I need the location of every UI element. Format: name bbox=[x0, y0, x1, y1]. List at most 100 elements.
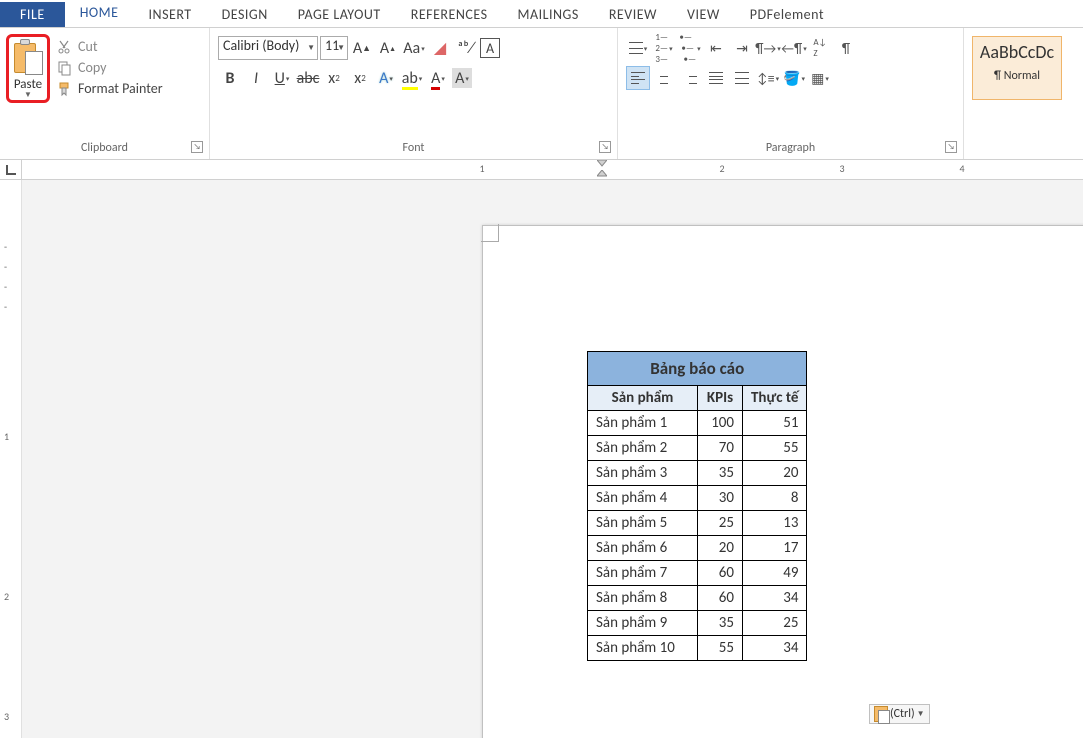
table-row[interactable]: Sản phẩm 93525 bbox=[588, 611, 807, 636]
group-font: Calibri (Body) ▼ 11 ▼ A▲ A▲ Aa ◢ ᵃᵇ⁄ A B… bbox=[210, 28, 618, 159]
cut-label: Cut bbox=[78, 38, 98, 55]
scissors-icon bbox=[56, 39, 72, 55]
tab-review[interactable]: REVIEW bbox=[594, 2, 672, 27]
font-group-label: Font ↘ bbox=[214, 139, 613, 157]
cell-actual: 17 bbox=[743, 536, 807, 561]
clear-formatting-button[interactable]: ◢ bbox=[428, 36, 452, 60]
tab-mailings[interactable]: MAILINGS bbox=[503, 2, 594, 27]
copy-icon bbox=[56, 60, 72, 76]
tab-file[interactable]: FILE bbox=[0, 2, 65, 27]
cell-product: Sản phẩm 2 bbox=[588, 436, 698, 461]
decrease-indent-button[interactable]: ⇤ bbox=[704, 36, 728, 60]
vertical-ruler[interactable]: - - - - 1 2 3 bbox=[0, 180, 22, 738]
text-effects-button[interactable]: A bbox=[374, 66, 398, 90]
distributed-button[interactable] bbox=[730, 66, 754, 90]
change-case-button[interactable]: Aa bbox=[402, 36, 426, 60]
tab-references[interactable]: REFERENCES bbox=[396, 2, 503, 27]
borders-button[interactable]: ▦ bbox=[808, 66, 832, 90]
tab-view[interactable]: VIEW bbox=[672, 2, 735, 27]
first-line-indent-icon[interactable] bbox=[597, 160, 607, 168]
ruler-mark-1: 1 bbox=[479, 162, 484, 175]
work-area: - - - - 1 2 3 Bảng báo cáo Sản phẩm KPIs… bbox=[0, 180, 1083, 738]
cell-product: Sản phẩm 7 bbox=[588, 561, 698, 586]
paste-dropdown-icon[interactable]: ▼ bbox=[24, 92, 32, 98]
copy-button[interactable]: Copy bbox=[56, 59, 163, 76]
paste-options-button[interactable]: (Ctrl) ▼ bbox=[869, 704, 930, 724]
highlight-button[interactable]: ab bbox=[400, 66, 424, 90]
cell-product: Sản phẩm 1 bbox=[588, 411, 698, 436]
cell-kpi: 100 bbox=[698, 411, 743, 436]
font-color-button[interactable]: A bbox=[426, 66, 450, 90]
style-preview: AaBbCcDc bbox=[977, 41, 1057, 63]
multilevel-list-button[interactable]: •— •— •— bbox=[678, 36, 702, 60]
cell-product: Sản phẩm 5 bbox=[588, 511, 698, 536]
grow-font-button[interactable]: A▲ bbox=[350, 36, 374, 60]
bullets-button[interactable] bbox=[626, 36, 650, 60]
table-row[interactable]: Sản phẩm 4308 bbox=[588, 486, 807, 511]
table-row[interactable]: Sản phẩm 86034 bbox=[588, 586, 807, 611]
tab-home[interactable]: HOME bbox=[65, 0, 134, 27]
rtl-button[interactable]: ←¶ bbox=[782, 36, 806, 60]
font-launcher-icon[interactable]: ↘ bbox=[599, 141, 611, 153]
document-canvas[interactable]: Bảng báo cáo Sản phẩm KPIs Thực tế Sản p… bbox=[42, 180, 1083, 738]
font-name-value: Calibri (Body) bbox=[223, 37, 299, 54]
font-name-select[interactable]: Calibri (Body) ▼ bbox=[218, 36, 318, 60]
sort-button[interactable]: A↓Z bbox=[808, 36, 832, 60]
bold-button[interactable]: B bbox=[218, 66, 242, 90]
show-marks-button[interactable]: ¶ bbox=[834, 36, 858, 60]
superscript-button[interactable]: x2 bbox=[348, 66, 372, 90]
font-size-select[interactable]: 11 ▼ bbox=[320, 36, 348, 60]
table-row[interactable]: Sản phẩm 62017 bbox=[588, 536, 807, 561]
style-normal[interactable]: AaBbCcDc ¶ Normal bbox=[972, 36, 1062, 100]
cell-actual: 20 bbox=[743, 461, 807, 486]
cell-product: Sản phẩm 3 bbox=[588, 461, 698, 486]
strikethrough-button[interactable]: abc bbox=[296, 66, 320, 90]
align-center-button[interactable] bbox=[652, 66, 676, 90]
cell-kpi: 35 bbox=[698, 611, 743, 636]
cell-actual: 13 bbox=[743, 511, 807, 536]
tab-pdfelement[interactable]: PDFelement bbox=[735, 2, 839, 27]
paste-button[interactable]: Paste ▼ bbox=[6, 34, 50, 103]
italic-button[interactable]: I bbox=[244, 66, 268, 90]
underline-button[interactable]: U bbox=[270, 66, 294, 90]
tab-design[interactable]: DESIGN bbox=[207, 2, 283, 27]
table-row[interactable]: Sản phẩm 105534 bbox=[588, 636, 807, 661]
vruler-mark-3: 3 bbox=[4, 710, 9, 723]
table-row[interactable]: Sản phẩm 33520 bbox=[588, 461, 807, 486]
format-painter-button[interactable]: Format Painter bbox=[56, 80, 163, 97]
data-table[interactable]: Bảng báo cáo Sản phẩm KPIs Thực tế Sản p… bbox=[587, 351, 807, 661]
table-row[interactable]: Sản phẩm 27055 bbox=[588, 436, 807, 461]
subscript-button[interactable]: x2 bbox=[322, 66, 346, 90]
align-left-button[interactable] bbox=[626, 66, 650, 90]
align-right-button[interactable] bbox=[678, 66, 702, 90]
increase-indent-button[interactable]: ⇥ bbox=[730, 36, 754, 60]
cell-actual: 25 bbox=[743, 611, 807, 636]
table-row[interactable]: Sản phẩm 76049 bbox=[588, 561, 807, 586]
shading-button[interactable]: 🪣 bbox=[782, 66, 806, 90]
ltr-button[interactable]: ¶→ bbox=[756, 36, 780, 60]
phonetic-guide-button[interactable]: ᵃᵇ⁄ bbox=[454, 36, 478, 60]
clipboard-icon bbox=[13, 39, 43, 77]
tab-insert[interactable]: INSERT bbox=[134, 2, 207, 27]
justify-button[interactable] bbox=[704, 66, 728, 90]
numbering-button[interactable]: 1—2—3— bbox=[652, 36, 676, 60]
hanging-indent-icon[interactable] bbox=[597, 170, 607, 178]
clipboard-launcher-icon[interactable]: ↘ bbox=[191, 141, 203, 153]
character-border-button[interactable]: A bbox=[480, 38, 500, 58]
paragraph-launcher-icon[interactable]: ↘ bbox=[945, 141, 957, 153]
table-row[interactable]: Sản phẩm 110051 bbox=[588, 411, 807, 436]
table-row[interactable]: Sản phẩm 52513 bbox=[588, 511, 807, 536]
tab-stop-icon bbox=[6, 165, 16, 175]
cell-actual: 51 bbox=[743, 411, 807, 436]
cell-kpi: 30 bbox=[698, 486, 743, 511]
horizontal-ruler[interactable]: 1 2 3 4 bbox=[42, 160, 1083, 179]
tab-selector[interactable] bbox=[0, 160, 22, 180]
char-shading-button[interactable]: A bbox=[452, 68, 472, 88]
cut-button[interactable]: Cut bbox=[56, 38, 163, 55]
tab-page-layout[interactable]: PAGE LAYOUT bbox=[283, 2, 396, 27]
cell-kpi: 60 bbox=[698, 561, 743, 586]
cell-kpi: 25 bbox=[698, 511, 743, 536]
shrink-font-button[interactable]: A▲ bbox=[376, 36, 400, 60]
line-spacing-button[interactable]: ↕≡ bbox=[756, 66, 780, 90]
cell-kpi: 60 bbox=[698, 586, 743, 611]
